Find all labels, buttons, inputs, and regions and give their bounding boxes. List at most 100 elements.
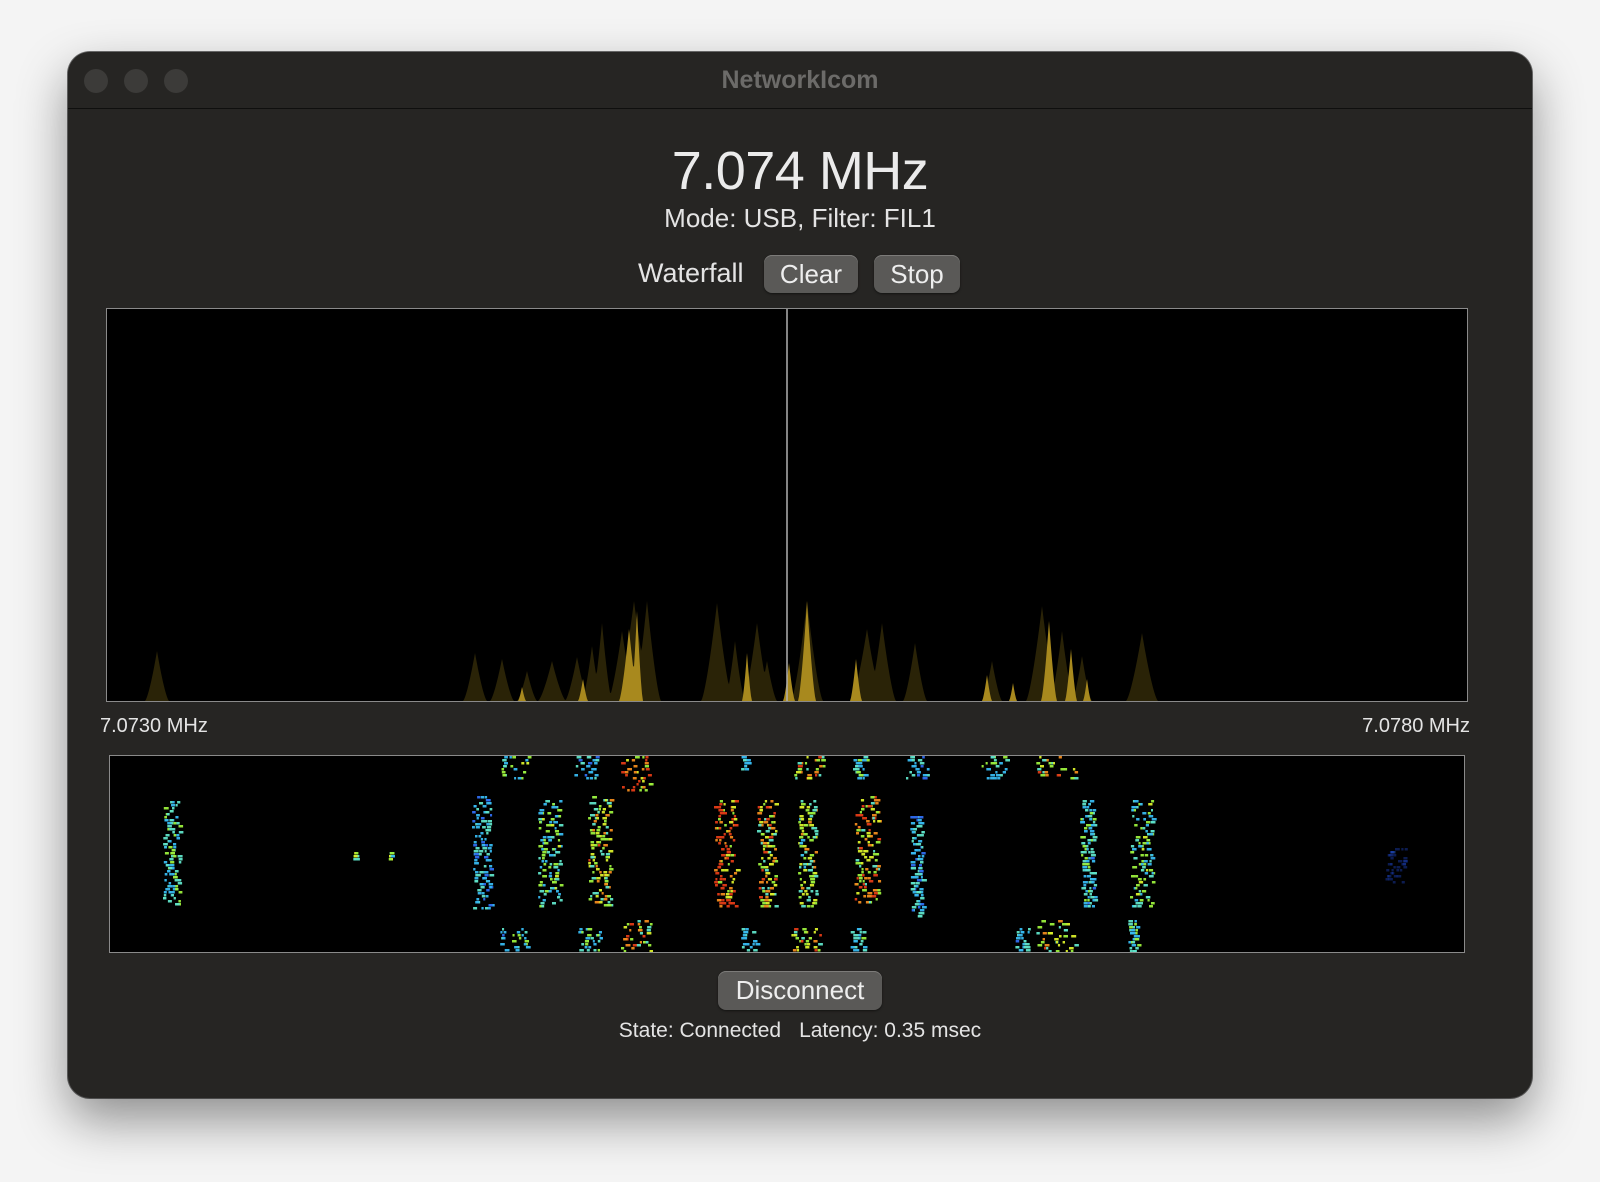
- waterfall-pixel: [487, 907, 491, 910]
- waterfall-pixel: [1092, 887, 1097, 890]
- waterfall-pixel: [801, 905, 806, 908]
- waterfall-pixel: [803, 881, 806, 884]
- waterfall-pixel: [1036, 762, 1041, 765]
- waterfall-pixel: [877, 838, 882, 841]
- waterfall-pixel: [862, 883, 866, 886]
- waterfall-pixel: [1093, 884, 1098, 887]
- waterfall-pixel: [800, 800, 804, 803]
- waterfall-pixel: [917, 774, 920, 777]
- waterfall-pixel: [625, 944, 631, 947]
- disconnect-button[interactable]: Disconnect: [718, 971, 882, 1010]
- waterfall-pixel: [502, 934, 505, 937]
- waterfall-pixel: [875, 841, 881, 844]
- waterfall-pixel: [176, 822, 180, 825]
- waterfall-pixel: [1019, 928, 1023, 931]
- waterfall-pixel: [916, 771, 921, 774]
- waterfall-pixel: [173, 897, 176, 900]
- waterfall-pixel: [855, 762, 859, 765]
- waterfall-pixel: [859, 880, 862, 883]
- waterfall-pixel: [1385, 878, 1389, 881]
- waterfall-pixel: [813, 940, 818, 943]
- waterfall-pixel: [914, 903, 919, 906]
- waterfall-pixel: [729, 821, 733, 824]
- waterfall-pixel: [1134, 923, 1137, 926]
- waterfall-pixel: [722, 878, 726, 881]
- waterfall-pixel: [795, 937, 799, 940]
- waterfall-pixel: [726, 899, 731, 902]
- waterfall-pixel: [910, 888, 916, 891]
- waterfall-pixel: [854, 883, 859, 886]
- waterfall-pixel: [504, 762, 508, 765]
- app-window: NetworkIcom 7.074 MHz Mode: USB, Filter:…: [68, 52, 1532, 1098]
- waterfall-pixel: [1403, 866, 1408, 869]
- stop-button[interactable]: Stop: [874, 255, 960, 293]
- waterfall-pixel: [853, 937, 856, 940]
- waterfall-pixel: [797, 949, 800, 952]
- waterfall-pixel: [919, 864, 922, 867]
- waterfall-pixel: [741, 768, 745, 771]
- waterfall-pixel: [480, 796, 485, 799]
- waterfall-pixel: [594, 774, 599, 777]
- waterfall-pixel: [1129, 926, 1133, 929]
- waterfall-pixel: [806, 768, 809, 771]
- waterfall-pixel: [771, 827, 776, 830]
- waterfall-pixel: [808, 896, 811, 899]
- waterfall-pixel: [539, 890, 545, 893]
- waterfall-pixel: [166, 813, 170, 816]
- waterfall-pixel: [542, 869, 547, 872]
- waterfall-pixel: [542, 884, 546, 887]
- waterfall-pixel: [1388, 854, 1393, 857]
- waterfall-pixel: [649, 923, 653, 926]
- waterfall-pixel: [502, 774, 507, 777]
- waterfall-pixel: [813, 866, 817, 869]
- waterfall-pixel: [1082, 800, 1087, 803]
- waterfall-pixel: [765, 872, 771, 875]
- waterfall-display[interactable]: [109, 755, 1465, 953]
- waterfall-pixel: [1143, 836, 1148, 839]
- clear-button[interactable]: Clear: [764, 255, 858, 293]
- waterfall-pixel: [714, 806, 718, 809]
- waterfall-pixel: [910, 822, 916, 825]
- waterfall-pixel: [919, 909, 925, 912]
- waterfall-pixel: [742, 934, 746, 937]
- waterfall-pixel: [477, 892, 482, 895]
- waterfall-pixel: [632, 777, 637, 780]
- waterfall-pixel: [1082, 851, 1087, 854]
- waterfall-pixel: [486, 802, 491, 805]
- waterfall-pixel: [761, 887, 765, 890]
- waterfall-pixel: [761, 857, 764, 860]
- waterfall-pixel: [716, 836, 721, 839]
- waterfall-pixel: [1092, 899, 1095, 902]
- waterfall-pixel: [801, 893, 805, 896]
- waterfall-pixel: [1149, 905, 1153, 908]
- waterfall-pixel: [165, 864, 169, 867]
- waterfall-pixel: [538, 872, 542, 875]
- waterfall-pixel: [718, 809, 724, 812]
- waterfall-pixel: [919, 873, 923, 876]
- spectrum-scope[interactable]: [106, 308, 1468, 702]
- waterfall-pixel: [473, 850, 479, 853]
- waterfall-pixel: [170, 861, 175, 864]
- waterfall-pixel: [1081, 854, 1084, 857]
- waterfall-pixel: [484, 850, 487, 853]
- waterfall-pixel: [525, 759, 529, 762]
- waterfall-pixel: [1148, 848, 1152, 851]
- waterfall-pixel: [485, 799, 491, 802]
- waterfall-pixel: [861, 805, 865, 808]
- waterfall-pixel: [797, 765, 803, 768]
- waterfall-pixel: [1135, 839, 1140, 842]
- waterfall-pixel: [544, 860, 548, 863]
- waterfall-pixel: [1083, 905, 1088, 908]
- window-title: NetworkIcom: [721, 66, 879, 94]
- waterfall-pixel: [479, 802, 484, 805]
- waterfall-pixel: [864, 883, 867, 886]
- waterfall-pixel: [627, 768, 630, 771]
- waterfall-pixel: [1090, 848, 1094, 851]
- waterfall-pixel: [1083, 902, 1088, 905]
- waterfall-pixel: [876, 853, 880, 856]
- waterfall-pixel: [554, 827, 557, 830]
- waterfall-pixel: [485, 829, 490, 832]
- waterfall-pixel: [1138, 845, 1143, 848]
- waterfall-pixel: [724, 857, 727, 860]
- waterfall-pixel: [592, 823, 596, 826]
